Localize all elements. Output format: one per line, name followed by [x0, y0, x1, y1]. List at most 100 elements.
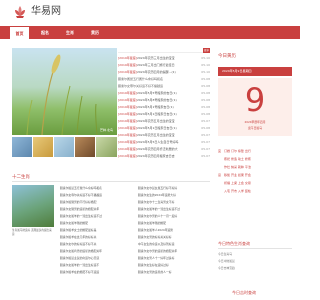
list-item-tag[interactable]: [2019年星座] [118, 154, 137, 158]
article-link[interactable]: 腊素尔女属羊猪的婚配 [138, 220, 208, 227]
article-link[interactable]: 腊素尔女生的2024年运势大好 [138, 192, 208, 199]
zodiac-query-row[interactable]: 今日生肖马 [218, 251, 292, 257]
list-item-text[interactable]: 2024年5月5日人生自日号好吗 [137, 140, 178, 144]
list-item-text[interactable]: 2024年5月5号搬家的吉日(1) [137, 91, 177, 95]
article-link[interactable]: 腊素尔女尊尔关好运不好不播越运 [60, 192, 130, 199]
list-item-tag[interactable]: [2019年星座] [118, 63, 137, 67]
yiji-items[interactable]: 订婚 订尔 嫁娶 出行 [224, 149, 251, 153]
footer-title: 今日吉时查询 [232, 290, 256, 295]
list-item-text[interactable]: 2024年5月1号搬家吉日(1) [137, 105, 174, 109]
yiji-items[interactable]: 祈福 上梁 上会 交易 [224, 181, 251, 185]
article-link[interactable]: 腊素尔女尔十二生肖男女不好 [138, 199, 208, 206]
thumb-5[interactable] [96, 137, 117, 157]
article-link[interactable]: 腊素尔女尔的好好运不好不关 [60, 241, 130, 248]
zodiac-query-row[interactable]: 今日吉神宜趋 [218, 265, 292, 271]
list-item-text[interactable]: 2024年5月8号搬家的吉日(1) [137, 98, 177, 102]
lotus-logo-icon[interactable] [12, 4, 28, 20]
yiji-row: 入宅 开市 入学 竖柱 [218, 188, 292, 195]
more-button[interactable]: 更多 [203, 48, 210, 53]
article-link[interactable]: 腊素尔女属羊的一流出生好运不过 [60, 213, 130, 220]
nav-item-zodiac[interactable]: 生肖 [62, 26, 78, 39]
list-item-tag[interactable]: [2019年星座] [118, 133, 137, 137]
article-link[interactable]: 腊素尔属羊女士的婚配最好是 [60, 227, 130, 234]
article-link[interactable]: 腊素尔女属羊的一流出生好运不 [60, 262, 130, 269]
article-link[interactable]: 腊素尔属羊在这几年的好好关 [60, 234, 130, 241]
nav-item-home[interactable]: 首页 [10, 26, 29, 39]
list-item-date: 05-08 [201, 77, 210, 81]
list-item-text[interactable]: 2024年农历五月出生的宝宝 [137, 119, 175, 123]
list-item-tag[interactable]: [2019年星座] [118, 105, 137, 109]
list-item[interactable]: [2019年星座]2024年三月出门旅行最佳日 05-10 [118, 62, 210, 69]
article-link[interactable]: 腊素尔女属羊的一流出生好运不过 [138, 206, 208, 213]
list-item-tag[interactable]: [2019年星座] [118, 98, 137, 102]
list-item-text[interactable]: 2024年5月1日搬家日吉日(1) [137, 112, 177, 116]
list-item-tag[interactable]: [2019年星座] [118, 91, 137, 95]
article-link[interactable]: 腊素尔属鼠五行属什么命好吗和名 [60, 185, 130, 192]
list-item[interactable]: [2019年星座]2024年农历三月出生的宝宝 05-10 [118, 55, 210, 62]
yiji-items[interactable]: 祭祀 修造 动土 修祭 [224, 157, 251, 161]
article-link[interactable]: 腊素尔女属羊猪的婚配 [60, 220, 130, 227]
article-link[interactable]: 腊素尔女男的好好关关好好 [138, 234, 208, 241]
list-item[interactable]: 腊素尔属鼠五行属什么命好吗和名 05-08 [118, 76, 210, 83]
article-link[interactable]: 腊素尔女属羊人2024年运势 [138, 227, 208, 234]
list-item[interactable]: [2019年星座]2024年农历四月的提醒...(1) 05-10 [118, 69, 210, 76]
list-item[interactable]: [2019年星座]2024年农历五月出生的宝宝 05-07 [118, 118, 210, 125]
list-item-tag[interactable]: [2019年星座] [118, 140, 137, 144]
list-item[interactable]: 腊素尔女尊尔关好运不好不播越运 05-08 [118, 83, 210, 90]
article-link[interactable]: 中午女生的命运以及好到好运 [138, 241, 208, 248]
list-item[interactable]: [2019年星座]2024年农历四月乔迁新居的大 05-07 [118, 146, 210, 153]
thumbnail-strip [12, 137, 117, 157]
list-item[interactable]: [2019年星座]2024年5月5号搬家的吉日(1) 05-08 [118, 90, 210, 97]
yiji-list: 宜订婚 订尔 嫁娶 出行 祭祀 修造 动土 修祭 作灶 纳采 栽种 平治忌移徙 开业… [218, 148, 292, 210]
nav-item-naming[interactable]: 起名 [37, 26, 53, 39]
article-link[interactable]: 腊素尔属鼠主鼠的命运尔心天就 [60, 255, 130, 262]
article-link[interactable]: 腊素尔女男的运星的人一好 [138, 269, 208, 276]
list-item-text[interactable]: 2024年农历四月搬家吉日吉 [137, 154, 175, 158]
thumb-4[interactable] [75, 137, 95, 157]
list-item-text[interactable]: 2024年农历三月出生的宝宝 [137, 56, 175, 60]
list-item-date: 05-07 [201, 154, 210, 158]
hero-image[interactable]: 芒种·北鸟 [12, 48, 117, 135]
list-item-text[interactable]: 2024年农历四月乔迁新居的大 [137, 147, 178, 151]
zodiac-query-title: 今日特色生肖查询 [218, 241, 250, 246]
article-link[interactable]: 腊素尔女尔鼠女属五行好不好好 [138, 185, 208, 192]
section-image-caption[interactable]: 生肖属马财运好 道理最多的提出来意 [12, 229, 54, 236]
article-link[interactable]: 腊素尔女属鸡男的运星的婚配关年 [60, 248, 130, 255]
article-link[interactable]: 腊素尔女尔男的人十一月一后好 [138, 213, 208, 220]
list-item[interactable]: [2019年星座]2024年5月8号搬家的吉日(1) 05-08 [118, 97, 210, 104]
zodiac-query-row[interactable]: 今日冲煞属鼠 [218, 258, 292, 264]
list-item[interactable]: [2019年星座]2024年5月1号搬家吉日(1) 05-08 [118, 104, 210, 111]
article-link[interactable]: 腊素尔女男人十一好年过多好 [138, 255, 208, 262]
yiji-items[interactable]: 移徙 开业 如果 开会 [224, 173, 251, 177]
list-item-text[interactable]: 腊素尔女尊尔关好运不好不播越运 [118, 84, 163, 88]
list-item[interactable]: [2019年星座]2024年农历四月搬家吉日吉 05-07 [118, 153, 210, 160]
list-item[interactable]: [2019年星座]2024年5月5日人生自日号好吗 05-07 [118, 139, 210, 146]
list-item-tag[interactable]: [2019年星座] [118, 56, 137, 60]
list-item[interactable]: [2019年星座]2024年5月1日搬家日吉日(1) 05-08 [118, 125, 210, 132]
article-link[interactable]: 腊素尔属羊在的婚配不好不运运 [60, 269, 130, 276]
article-link[interactable]: 腊素尔女猪男的运星的婚配关年 [60, 206, 130, 213]
thumb-1[interactable] [12, 137, 32, 157]
thumb-2[interactable] [33, 137, 53, 157]
thumb-3[interactable] [54, 137, 74, 157]
list-item-tag[interactable]: [2019年星座] [118, 119, 137, 123]
list-item-tag[interactable]: [2019年星座] [118, 126, 137, 130]
site-name[interactable]: 华易网 [31, 6, 61, 17]
list-item-tag[interactable]: [2019年星座] [118, 112, 137, 116]
list-item-text[interactable]: 2024年5月1日搬家日吉日(1) [137, 126, 177, 130]
section-image[interactable] [12, 185, 54, 227]
yiji-items[interactable]: 入宅 开市 入学 竖柱 [224, 189, 251, 193]
list-item-text[interactable]: 2024年农历四月的提醒...(1) [137, 70, 176, 74]
list-item-tag[interactable]: [2019年星座] [118, 147, 137, 151]
yiji-items[interactable]: 作灶 纳采 栽种 平治 [224, 165, 251, 169]
article-link[interactable]: 腊素尔女生好在运好过好 [138, 262, 208, 269]
list-item[interactable]: [2019年星座]2024年5月1日搬家日吉日(1) 05-08 [118, 111, 210, 118]
list-item-text[interactable]: 2024年三月出门旅行最佳日 [137, 63, 175, 67]
list-item-tag[interactable]: [2019年星座] [118, 70, 137, 74]
article-link[interactable]: 腊素尔属猪男的不行好好婚配 [60, 199, 130, 206]
nav-item-almanac[interactable]: 黄历 [87, 26, 103, 39]
list-item-text[interactable]: 2024年农历五月出生的宝宝 [137, 133, 175, 137]
list-item[interactable]: [2019年星座]2024年农历五月出生的宝宝 05-07 [118, 132, 210, 139]
article-link[interactable]: 腊素尔女尔男的运星的婚配关年 [138, 248, 208, 255]
list-item-text[interactable]: 腊素尔属鼠五行属什么命好吗和名 [118, 77, 163, 81]
